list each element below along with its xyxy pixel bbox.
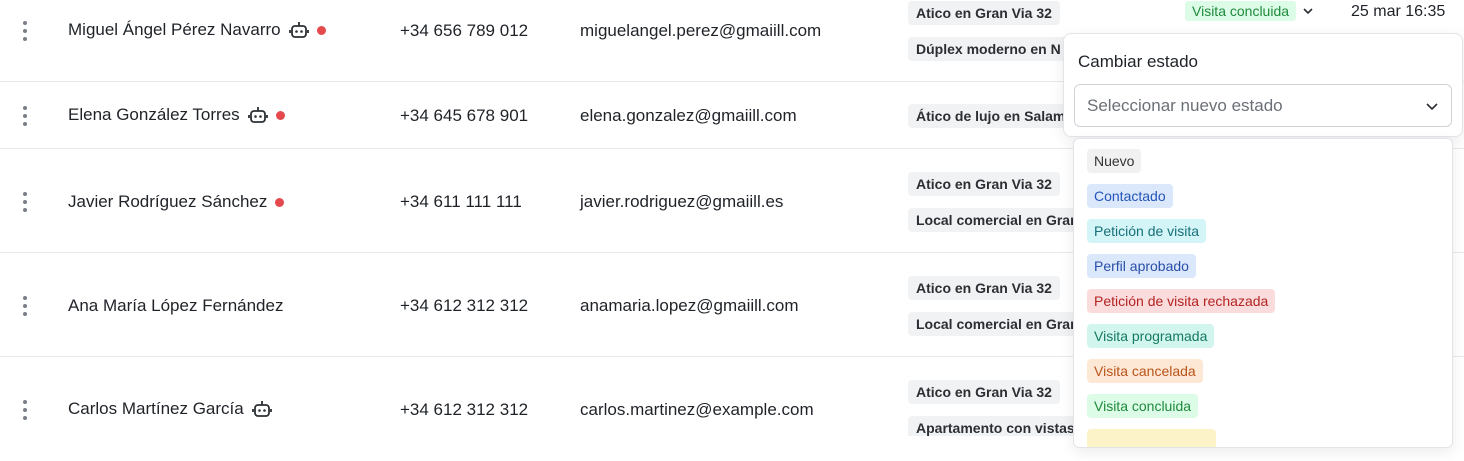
status-option-nuevo[interactable]: Nuevo <box>1087 149 1142 173</box>
robot-icon <box>251 401 272 417</box>
properties-cell: Atico en Gran Via 32 Apartamento con vis… <box>908 357 1076 436</box>
email: anamaria.lopez@gmaiill.com <box>580 296 799 315</box>
email: javier.rodriguez@gmaiill.es <box>580 192 784 211</box>
row-menu-icon[interactable] <box>18 192 32 212</box>
property-tag[interactable]: Atico en Gran Via 32 <box>908 276 1060 300</box>
status-select[interactable]: Seleccionar nuevo estado <box>1074 84 1452 127</box>
email: elena.gonzalez@gmaiill.com <box>580 106 797 125</box>
status-option-visita-rechazada[interactable]: Petición de visita rechazada <box>1087 289 1276 313</box>
phone: +34 611 111 111 <box>400 192 522 211</box>
status-option-perfil-aprobado[interactable]: Perfil aprobado <box>1087 254 1196 278</box>
row-menu-icon[interactable] <box>18 21 32 41</box>
unread-dot-icon <box>275 110 285 120</box>
properties-cell: Atico en Gran Via 32 Local comercial en … <box>908 253 1076 357</box>
email: miguelangel.perez@gmaiill.com <box>580 21 822 40</box>
unread-dot-icon <box>316 25 326 35</box>
status-option-visita-concluida[interactable]: Visita concluida <box>1087 394 1199 418</box>
property-tag[interactable]: Dúplex moderno en N <box>908 37 1069 61</box>
email: carlos.martinez@example.com <box>580 400 814 419</box>
chevron-down-icon <box>1303 8 1313 15</box>
robot-icon <box>247 107 268 123</box>
change-status-popover: Cambiar estado Seleccionar nuevo estado <box>1063 33 1463 137</box>
phone: +34 612 312 312 <box>400 296 529 315</box>
property-tag[interactable]: Local comercial en Gran <box>908 312 1076 336</box>
select-placeholder: Seleccionar nuevo estado <box>1087 95 1283 115</box>
status-option-visita-programada[interactable]: Visita programada <box>1087 324 1215 348</box>
property-tag[interactable]: Atico en Gran Via 32 <box>908 380 1060 404</box>
phone: +34 612 312 312 <box>400 400 529 419</box>
phone: +34 656 789 012 <box>400 21 529 40</box>
property-tag[interactable]: Ático de lujo en Salam <box>908 104 1074 128</box>
popover-title: Cambiar estado <box>1078 52 1199 71</box>
contact-name: Javier Rodríguez Sánchez <box>68 192 268 211</box>
contact-name: Elena González Torres <box>68 105 240 124</box>
property-tag[interactable]: Atico en Gran Via 32 <box>908 172 1060 196</box>
property-tag[interactable]: Atico en Gran Via 32 <box>908 1 1060 25</box>
contact-name-cell: Carlos Martínez García <box>68 399 272 419</box>
status-options-list[interactable]: Nuevo Contactado Petición de visita Perf… <box>1073 138 1453 448</box>
last-activity-date: 25 mar 16:35 <box>1351 3 1446 20</box>
row-menu-icon[interactable] <box>18 296 32 316</box>
property-tag[interactable]: Local comercial en Gran <box>908 208 1076 232</box>
contact-name: Miguel Ángel Pérez Navarro <box>68 20 281 39</box>
chevron-down-icon <box>1426 102 1438 110</box>
status-option-visita-cancelada[interactable]: Visita cancelada <box>1087 359 1203 383</box>
properties-cell: Ático de lujo en Salam <box>908 82 1076 149</box>
status-badge: Visita concluida <box>1185 1 1297 21</box>
robot-icon <box>288 22 309 38</box>
row-menu-icon[interactable] <box>18 400 32 420</box>
contact-name-cell: Ana María López Fernández <box>68 296 283 316</box>
contact-name-cell: Javier Rodríguez Sánchez <box>68 192 285 212</box>
status-option-peticion-visita[interactable]: Petición de visita <box>1087 219 1207 243</box>
contact-name: Ana María López Fernández <box>68 296 284 315</box>
property-tag[interactable]: Apartamento con vistas <box>908 416 1076 436</box>
properties-cell: Atico en Gran Via 32 Dúplex moderno en N <box>908 0 1076 82</box>
status-option-partial[interactable] <box>1087 429 1216 447</box>
unread-dot-icon <box>275 197 285 207</box>
properties-cell: Atico en Gran Via 32 Local comercial en … <box>908 149 1076 253</box>
status-option-contactado[interactable]: Contactado <box>1087 184 1173 208</box>
contact-name: Carlos Martínez García <box>68 399 244 418</box>
phone: +34 645 678 901 <box>400 106 529 125</box>
row-menu-icon[interactable] <box>18 106 32 126</box>
contact-name-cell: Elena González Torres <box>68 105 285 125</box>
status-dropdown-trigger[interactable]: Visita concluida <box>1185 1 1314 21</box>
contact-name-cell: Miguel Ángel Pérez Navarro <box>68 20 326 40</box>
